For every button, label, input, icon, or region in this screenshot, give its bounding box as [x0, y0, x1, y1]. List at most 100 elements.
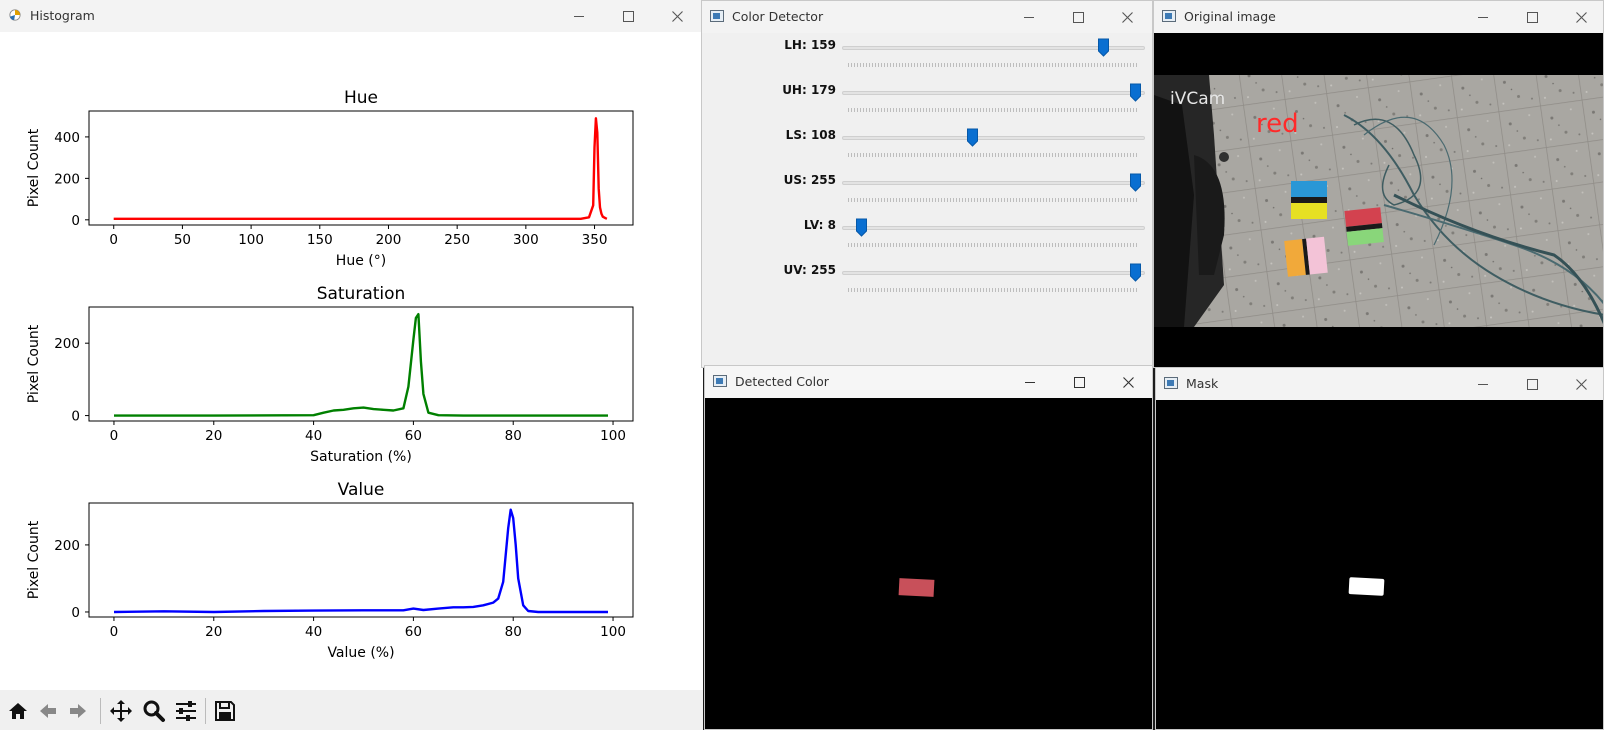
series-line	[113, 117, 608, 221]
x-axis-label: Hue (°)	[336, 253, 386, 269]
minimize-icon	[574, 15, 584, 17]
close-icon	[1575, 11, 1587, 23]
axes-frame	[88, 306, 634, 422]
x-tick-label: 50	[174, 232, 191, 248]
minimize-icon	[1025, 381, 1035, 383]
zoom-button[interactable]	[141, 698, 167, 724]
close-button[interactable]	[1113, 5, 1141, 29]
x-tick-label: 100	[238, 232, 264, 248]
x-tick-label: 150	[307, 232, 333, 248]
close-button[interactable]	[1567, 372, 1595, 396]
back-button[interactable]	[35, 698, 61, 724]
x-tick-label: 200	[376, 232, 402, 248]
y-tick-label: 0	[71, 409, 80, 425]
histogram-window: Histogram Hue 0 50 100 150 200 250 300 350 0 200 40…	[0, 0, 703, 730]
forward-arrow-icon	[70, 704, 86, 718]
subplot-title: Saturation	[317, 284, 406, 304]
maximize-icon	[1072, 11, 1084, 23]
maximize-button[interactable]	[1065, 370, 1093, 394]
histogram-figure: Hue0 50 100 150 200 250 300 3500200400Hue (°)Pi…	[0, 32, 703, 690]
maximize-button[interactable]	[1518, 5, 1546, 29]
detected-image-canvas	[705, 398, 1152, 729]
x-tick-label: 100	[600, 624, 626, 640]
home-icon	[9, 703, 27, 719]
window-title: Detected Color	[735, 374, 829, 389]
home-button[interactable]	[5, 698, 31, 724]
back-arrow-icon	[40, 704, 56, 718]
window-title: Mask	[1186, 376, 1219, 391]
trackbar-track[interactable]	[842, 91, 1145, 95]
close-button[interactable]	[663, 4, 691, 28]
original-image-window: Original image iVCam red	[1153, 0, 1604, 368]
x-tick-label: 40	[305, 428, 322, 444]
x-tick-label: 100	[600, 428, 626, 444]
maximize-button[interactable]	[614, 4, 642, 28]
trackbar-ticks	[848, 153, 1139, 157]
minimize-icon	[1024, 16, 1034, 18]
y-tick-label: 400	[54, 130, 80, 146]
trackbar-ticks	[848, 108, 1139, 112]
x-tick-label: 0	[110, 624, 119, 640]
window-app-icon	[1164, 377, 1178, 389]
title-bar[interactable]: Detected Color	[705, 366, 1152, 398]
window-app-icon	[710, 10, 724, 22]
window-app-icon	[713, 375, 727, 387]
maximize-button[interactable]	[1518, 372, 1546, 396]
minimize-button[interactable]	[1015, 5, 1043, 29]
close-icon	[671, 10, 683, 22]
close-icon	[1121, 11, 1133, 23]
trackbar-label: US: 255	[783, 173, 836, 187]
minimize-button[interactable]	[1469, 372, 1497, 396]
trackbar-ticks	[848, 288, 1139, 292]
title-bar[interactable]: Mask	[1156, 368, 1603, 400]
trackbar-label: UH: 179	[782, 83, 836, 97]
y-tick-label: 200	[54, 336, 80, 352]
minimize-icon	[1478, 16, 1488, 18]
trackbar-track[interactable]	[842, 181, 1145, 185]
detected-color-label: red	[1256, 109, 1299, 139]
trackbar-thumb[interactable]	[1129, 83, 1142, 102]
maximize-icon	[1526, 378, 1538, 390]
title-bar[interactable]: Color Detector	[702, 1, 1152, 33]
axes-frame	[88, 502, 634, 618]
y-tick-label: 200	[54, 171, 80, 187]
trackbar-thumb[interactable]	[1129, 173, 1142, 192]
detected-red-blob	[898, 578, 935, 597]
configure-subplots-button[interactable]	[173, 698, 199, 724]
matplotlib-app-icon	[9, 9, 21, 21]
x-tick-label: 60	[405, 428, 422, 444]
minimize-button[interactable]	[565, 4, 593, 28]
trackbar-track[interactable]	[842, 226, 1145, 230]
window-title: Color Detector	[732, 9, 824, 24]
forward-button[interactable]	[65, 698, 91, 724]
window-title: Histogram	[30, 8, 95, 23]
maximize-icon	[1073, 376, 1085, 388]
y-axis-label: Pixel Count	[26, 324, 42, 403]
title-bar[interactable]: Original image	[1154, 1, 1603, 33]
maximize-icon	[622, 10, 634, 22]
close-button[interactable]	[1567, 5, 1595, 29]
trackbar-thumb[interactable]	[855, 218, 868, 237]
trackbar-label: LS: 108	[785, 128, 836, 142]
x-axis-label: Saturation (%)	[310, 449, 412, 465]
minimize-button[interactable]	[1469, 5, 1497, 29]
title-bar[interactable]: Histogram	[0, 0, 703, 32]
configure-subplots-icon	[176, 701, 196, 721]
x-axis-label: Value (%)	[327, 645, 394, 661]
trackbar-thumb[interactable]	[966, 128, 979, 147]
pan-button[interactable]	[108, 698, 134, 724]
minimize-icon	[1478, 383, 1488, 385]
trackbar-thumb[interactable]	[1097, 38, 1110, 57]
maximize-button[interactable]	[1064, 5, 1092, 29]
x-tick-label: 80	[505, 428, 522, 444]
window-title: Original image	[1184, 9, 1276, 24]
minimize-button[interactable]	[1016, 370, 1044, 394]
save-button[interactable]	[212, 698, 238, 724]
trackbar-track[interactable]	[842, 136, 1145, 140]
subplot-title: Hue	[344, 88, 378, 108]
trackbar-thumb[interactable]	[1129, 263, 1142, 282]
toolbar-separator	[205, 698, 206, 724]
close-button[interactable]	[1114, 370, 1142, 394]
trackbar-label: UV: 255	[783, 263, 836, 277]
trackbar-track[interactable]	[842, 271, 1145, 275]
